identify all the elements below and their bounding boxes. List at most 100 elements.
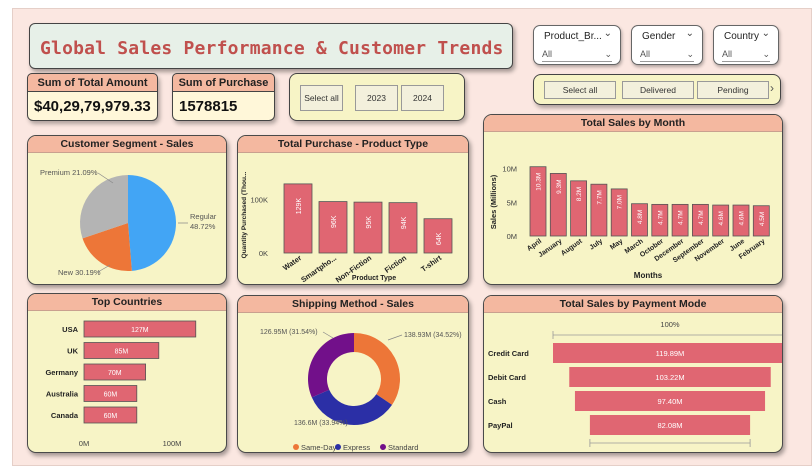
title-card: Global Sales Performance & Customer Tren…	[29, 23, 513, 69]
status-pending-button[interactable]: Pending	[697, 81, 769, 99]
shipping-legend-label-2: Standard	[388, 443, 418, 452]
product-brand-select[interactable]: All ⌄	[542, 46, 612, 62]
shipping-leader-sameday	[387, 334, 403, 341]
gender-dropdown[interactable]: Gender ⌄ All ⌄	[631, 25, 703, 65]
chevron-down-icon: ⌄	[762, 49, 770, 59]
product-data-label-3: 94K	[401, 216, 408, 229]
month-ytick-2: 10M	[502, 165, 517, 174]
product-title: Total Purchase - Product Type	[238, 136, 468, 153]
year-2023-button[interactable]: 2023	[355, 85, 398, 111]
product-data-label-4: 64K	[436, 232, 443, 245]
country-data-label-0: 127M	[131, 327, 149, 334]
dashboard-title: Global Sales Performance & Customer Tren…	[40, 38, 504, 59]
payment-bottom-pct: 68.5%	[659, 450, 681, 453]
month-data-label-8: 4.7M	[698, 210, 705, 224]
month-data-label-0: 10.3M	[536, 173, 543, 191]
product-ytick-0: 0K	[259, 249, 268, 258]
payment-data-label-2: 97.40M	[657, 397, 682, 406]
shipping-legend-label-1: Express	[343, 443, 370, 452]
shipping-label-standard: 126.95M (31.54%)	[260, 329, 318, 336]
payment-top-pct: 100%	[660, 320, 680, 329]
country-data-label-2: 70M	[108, 370, 122, 377]
chevron-down-icon: ⌄	[686, 49, 694, 59]
product-xtick-4: T-shirt	[419, 253, 443, 274]
month-bar-chart: Sales (Millions)0M5M10M10.3MApril9.3MJan…	[489, 165, 770, 280]
segment-label-regular-pct: 48.72%	[190, 222, 216, 231]
chevron-right-icon[interactable]: ›	[770, 81, 774, 95]
product-panel: Total Purchase - Product Type Quantity P…	[237, 135, 469, 285]
countries-xtick-100: 100M	[163, 439, 182, 448]
segment-panel: Customer Segment - Sales Regular 48.72% Pr…	[27, 135, 227, 285]
year-2024-button[interactable]: 2024	[401, 85, 444, 111]
year-slicer: Select all 2023 2024	[289, 73, 465, 121]
shipping-panel: Shipping Method - Sales 138.93M (34.52%)…	[237, 295, 469, 453]
gender-select[interactable]: All ⌄	[640, 46, 694, 62]
country-data-label-1: 85M	[115, 349, 129, 356]
month-data-label-6: 4.7M	[657, 210, 664, 224]
shipping-legend-dot-0	[293, 444, 299, 450]
month-ytick-0: 0M	[507, 232, 517, 241]
shipping-donut-chart: 138.93M (34.52%)136.6M (33.94%)126.95M (…	[260, 329, 462, 452]
product-bar-0	[283, 183, 313, 254]
kpi-amount-label: Sum of Total Amount	[27, 73, 158, 92]
month-x-axis-label: Months	[634, 271, 663, 280]
shipping-slice-same-day	[354, 333, 400, 405]
shipping-label-sameday: 138.93M (34.52%)	[404, 332, 462, 339]
kpi-purchase-label: Sum of Purchase	[172, 73, 275, 92]
status-delivered-button[interactable]: Delivered	[622, 81, 694, 99]
product-data-label-0: 129K	[296, 198, 303, 215]
country-data-label-4: 60M	[104, 413, 118, 420]
product-xtick-0: Water	[281, 253, 303, 272]
chevron-down-icon: ⌄	[685, 28, 694, 39]
year-select-all-button[interactable]: Select all	[300, 85, 343, 111]
shipping-title: Shipping Method - Sales	[238, 296, 468, 313]
segment-label-new: New 30.19%	[58, 268, 101, 277]
month-title: Total Sales by Month	[484, 115, 782, 132]
shipping-legend-dot-1	[335, 444, 341, 450]
chevron-down-icon: ⌄	[604, 49, 612, 59]
country-select[interactable]: All ⌄	[722, 46, 770, 62]
status-select-all-button[interactable]: Select all	[544, 81, 616, 99]
month-y-axis-label: Sales (Millions)	[489, 174, 498, 229]
shipping-legend-dot-2	[380, 444, 386, 450]
segment-title: Customer Segment - Sales	[28, 136, 226, 153]
month-data-label-9: 4.6M	[718, 211, 725, 225]
status-slicer: Select all Delivered Pending ›	[533, 74, 781, 105]
product-brand-label: Product_Br...	[544, 31, 602, 42]
month-data-label-4: 7.0M	[617, 195, 624, 209]
month-xtick-1: January	[537, 238, 563, 259]
country-label-3: Australia	[46, 390, 79, 399]
month-data-label-3: 7.7M	[596, 190, 603, 204]
gender-label: Gender	[642, 31, 676, 42]
payment-panel: Total Sales by Payment Mode 100% Credit C…	[483, 295, 783, 453]
dashboard-canvas: Global Sales Performance & Customer Tren…	[12, 8, 812, 466]
kpi-purchase-value: 1578815	[179, 98, 238, 115]
product-brand-dropdown[interactable]: Product_Br... ⌄ All ⌄	[533, 25, 621, 65]
countries-panel: Top Countries USA 127M UK 85M Germany 70M Aust…	[27, 293, 227, 453]
country-label: Country	[724, 31, 760, 42]
chevron-down-icon: ⌄	[761, 28, 770, 39]
product-xtick-1: Smartpho...	[299, 253, 338, 284]
month-xtick-3: July	[589, 238, 605, 252]
country-label-2: Germany	[45, 368, 78, 377]
product-ytick-100: 100K	[250, 195, 268, 204]
month-data-label-10: 4.6M	[739, 211, 746, 225]
chevron-down-icon: ⌄	[603, 28, 612, 39]
segment-pie-chart: Regular48.72% Premium 21.09% New 30.19%	[40, 168, 217, 277]
kpi-amount-value: $40,29,79,979.33	[34, 98, 151, 115]
product-data-label-2: 95K	[366, 216, 373, 229]
month-xtick-4: May	[609, 238, 624, 252]
payment-title: Total Sales by Payment Mode	[484, 296, 782, 313]
month-panel: Total Sales by Month Sales (Millions) 0M 5…	[483, 114, 783, 285]
country-label-0: USA	[62, 325, 78, 334]
segment-label-premium: Premium 21.09%	[40, 168, 98, 177]
country-label-1: UK	[67, 347, 78, 356]
countries-xtick-0: 0M	[79, 439, 89, 448]
shipping-legend-label-0: Same-Day	[301, 443, 337, 452]
month-data-label-2: 8.2M	[576, 187, 583, 201]
payment-label-3: PayPal	[488, 421, 513, 430]
product-y-axis-label: Quantity Purchased (Thou...	[241, 171, 248, 258]
country-label-4: Canada	[51, 411, 79, 420]
country-dropdown[interactable]: Country ⌄ All ⌄	[713, 25, 779, 65]
countries-bar-chart: USA 127M UK 85M Germany 70M Australia 60M Canada…	[45, 320, 197, 448]
